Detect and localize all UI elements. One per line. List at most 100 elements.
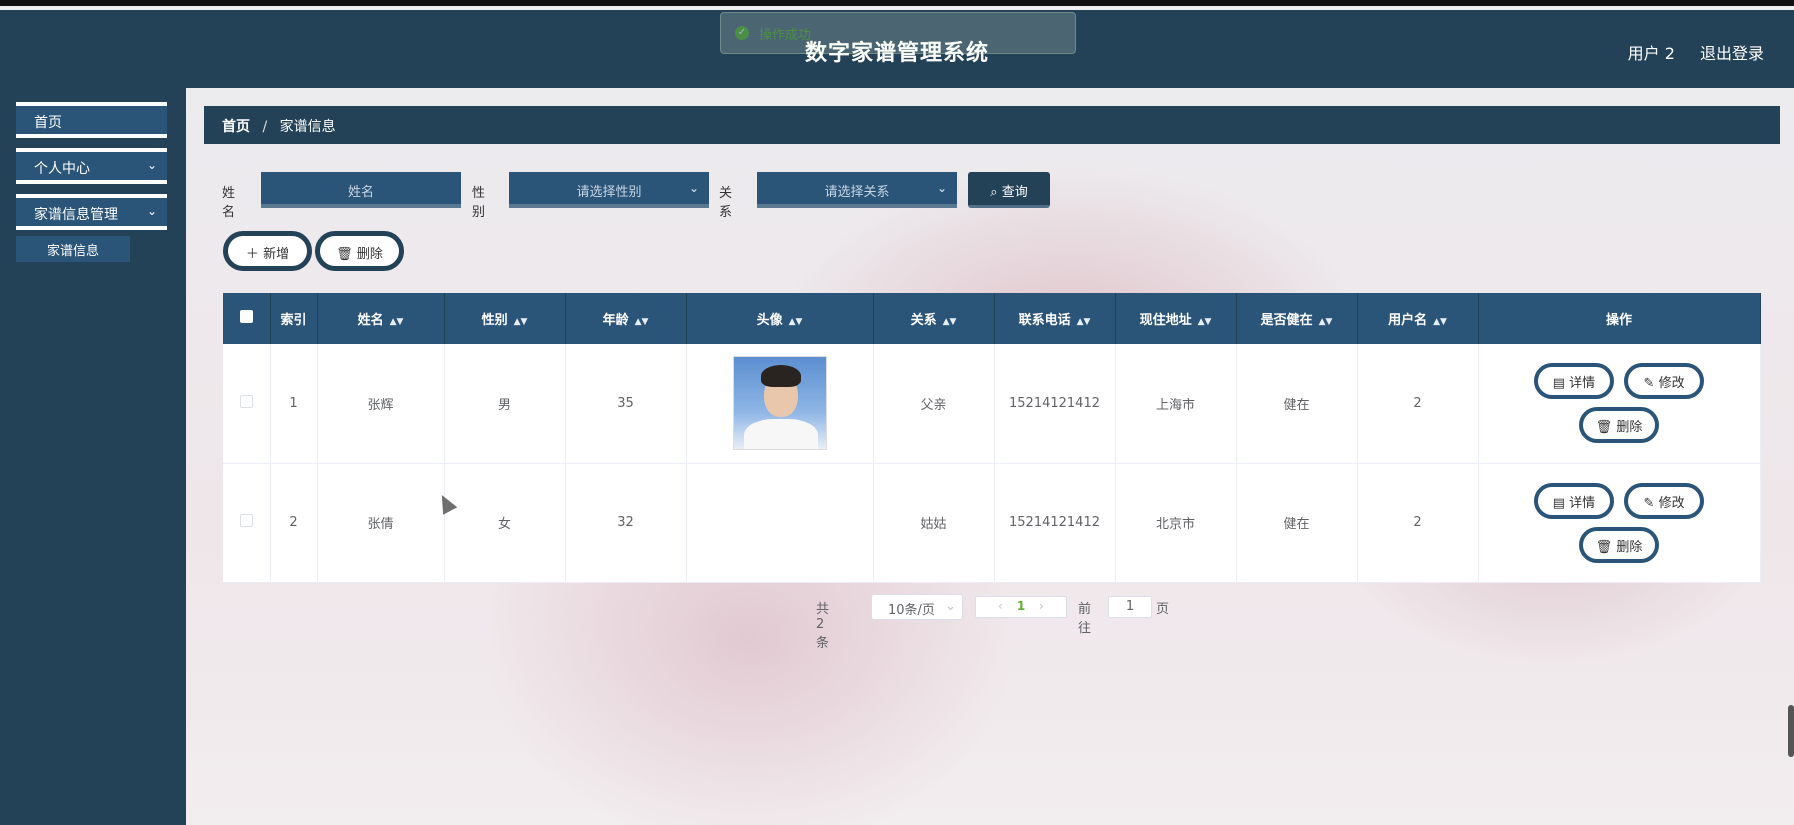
sort-icon[interactable]: ▲▼ [943, 317, 957, 327]
gender-select-placeholder: 请选择性别 [576, 185, 642, 200]
column-header-label: 联系电话 [1018, 313, 1071, 328]
cell-username: 2 [1357, 344, 1479, 464]
column-header[interactable]: 姓名 ▲▼ [317, 293, 445, 344]
column-header-label: 姓名 [357, 313, 384, 328]
chevron-down-icon: ⌄ [146, 158, 157, 172]
cell-index: 2 [270, 463, 318, 583]
name-input[interactable]: 姓名 [261, 172, 461, 208]
breadcrumb-current: 家谱信息 [279, 119, 336, 135]
gender-select[interactable]: 请选择性别 ⌄ [509, 172, 709, 208]
column-header[interactable]: 头像 ▲▼ [686, 293, 874, 344]
sidebar-item-label: 个人中心 [34, 161, 90, 177]
goto-label: 前往 [1078, 602, 1092, 636]
column-header-label: 是否健在 [1260, 313, 1313, 328]
column-header[interactable]: 年龄 ▲▼ [565, 293, 687, 344]
delete-label: 删除 [1616, 420, 1643, 436]
detail-label: 详情 [1569, 495, 1596, 511]
delete-button[interactable]: 🗑 删除 [1579, 407, 1659, 444]
prev-page-icon[interactable]: ‹ [998, 599, 1003, 613]
cell-avatar [686, 432, 874, 583]
cell-alive: 健在 [1236, 463, 1358, 583]
column-header[interactable]: 用户名 ▲▼ [1357, 293, 1479, 344]
header-user[interactable]: 用户 2 [1628, 44, 1675, 63]
detail-button[interactable]: ▤ 详情 [1533, 482, 1614, 519]
column-header[interactable]: 联系电话 ▲▼ [994, 293, 1116, 344]
plus-icon: ＋ [245, 247, 259, 262]
name-label: 姓名 [222, 186, 236, 220]
cell-index: 1 [270, 344, 318, 464]
chevron-down-icon: ⌄ [945, 599, 956, 614]
page-navigator[interactable]: ‹ 1 › [975, 596, 1067, 618]
row-select-cell[interactable] [223, 344, 271, 464]
goto-page-input[interactable]: 1 [1108, 596, 1152, 618]
sort-icon[interactable]: ▲▼ [1077, 317, 1091, 327]
cell-relation: 姑姑 [873, 463, 995, 583]
sidebar-item-home[interactable]: 首页 [16, 102, 167, 138]
query-button-label: 查询 [1001, 185, 1028, 200]
row-select-cell[interactable] [223, 463, 271, 583]
page-size-value: 10条/页 [888, 603, 935, 618]
cell-age: 32 [565, 463, 687, 583]
cell-operations: ▤ 详情 ✎ 修改 🗑 删除 [1478, 344, 1761, 464]
cell-phone: 15214121412 [994, 344, 1116, 464]
row-checkbox[interactable] [239, 514, 253, 527]
sort-icon[interactable]: ▲▼ [514, 317, 528, 327]
trash-icon: 🗑 [1595, 539, 1613, 555]
avatar[interactable] [732, 356, 827, 451]
sort-icon[interactable]: ▲▼ [1433, 317, 1447, 327]
scrollbar-thumb[interactable] [1788, 705, 1794, 757]
column-header-label: 年龄 [602, 313, 629, 328]
cell-alive: 健在 [1236, 344, 1358, 464]
edit-button[interactable]: ✎ 修改 [1624, 482, 1705, 519]
sidebar-subitem-genealogy-info[interactable]: 家谱信息 [16, 236, 130, 262]
add-button-label: 新增 [263, 247, 290, 262]
column-header[interactable]: 关系 ▲▼ [873, 293, 995, 344]
column-header[interactable]: 现住地址 ▲▼ [1115, 293, 1237, 344]
query-button[interactable]: ⌕ 查询 [968, 172, 1050, 208]
sort-icon[interactable]: ▲▼ [635, 317, 649, 327]
column-header[interactable]: 性别 ▲▼ [444, 293, 566, 344]
sort-icon[interactable]: ▲▼ [1198, 317, 1212, 327]
sort-icon[interactable]: ▲▼ [789, 317, 803, 327]
edit-label: 修改 [1658, 495, 1685, 511]
toast-text: 操作成功 [759, 27, 812, 43]
batch-delete-label: 删除 [356, 247, 383, 262]
sidebar: 首页 个人中心 ⌄ 家谱信息管理 ⌄ 家谱信息 [0, 88, 186, 825]
delete-button[interactable]: 🗑 删除 [1579, 526, 1659, 563]
relation-select[interactable]: 请选择关系 ⌄ [757, 172, 957, 208]
sidebar-item-personal-center[interactable]: 个人中心 ⌄ [16, 148, 167, 184]
batch-delete-button[interactable]: 🗑 删除 [315, 231, 404, 271]
cell-avatar [686, 344, 874, 464]
sort-icon[interactable]: ▲▼ [1319, 317, 1333, 327]
chevron-down-icon: ⌄ [146, 204, 157, 218]
detail-button[interactable]: ▤ 详情 [1533, 363, 1614, 400]
breadcrumb: 首页 / 家谱信息 [204, 106, 1780, 144]
edit-label: 修改 [1658, 376, 1685, 392]
column-header-label: 性别 [481, 313, 508, 328]
column-header-label: 索引 [280, 313, 307, 328]
trash-icon: 🗑 [1595, 420, 1613, 436]
detail-label: 详情 [1569, 376, 1596, 392]
table-row: 2 张倩 女 32 姑姑 15214121412 北京市 健在 2 ▤ 详情 ✎… [223, 432, 1761, 583]
search-icon: ⌕ [990, 185, 998, 200]
select-all-checkbox[interactable] [239, 310, 253, 323]
next-page-icon[interactable]: › [1039, 599, 1044, 613]
row-checkbox[interactable] [239, 394, 253, 408]
page-suffix-label: 页 [1156, 602, 1170, 617]
edit-button[interactable]: ✎ 修改 [1624, 363, 1705, 400]
page-number-current[interactable]: 1 [1017, 599, 1025, 613]
column-header[interactable]: 是否健在 ▲▼ [1236, 293, 1358, 344]
genealogy-table: 索引 姓名 ▲▼ 性别 ▲▼ 年龄 ▲▼ 头像 ▲▼ 关系 ▲▼ 联系电话 ▲▼ 现住地址 ▲… [223, 293, 1761, 583]
add-button[interactable]: ＋ 新增 [223, 231, 312, 271]
pencil-icon: ✎ [1643, 376, 1655, 392]
relation-select-placeholder: 请选择关系 [824, 185, 890, 200]
column-header-label: 现住地址 [1139, 313, 1192, 328]
breadcrumb-home[interactable]: 首页 [222, 119, 250, 135]
page-size-select[interactable]: 10条/页 ⌄ [871, 594, 963, 620]
logout-link[interactable]: 退出登录 [1700, 44, 1764, 63]
table-row: 1 张辉 男 35 父亲 15214121412 上海市 健在 2 ▤ 详情 ✎… [223, 344, 1761, 464]
select-all-cell[interactable] [223, 293, 271, 344]
sort-icon[interactable]: ▲▼ [390, 317, 404, 327]
cell-address: 上海市 [1115, 344, 1237, 464]
sidebar-item-genealogy-management[interactable]: 家谱信息管理 ⌄ [16, 194, 167, 230]
